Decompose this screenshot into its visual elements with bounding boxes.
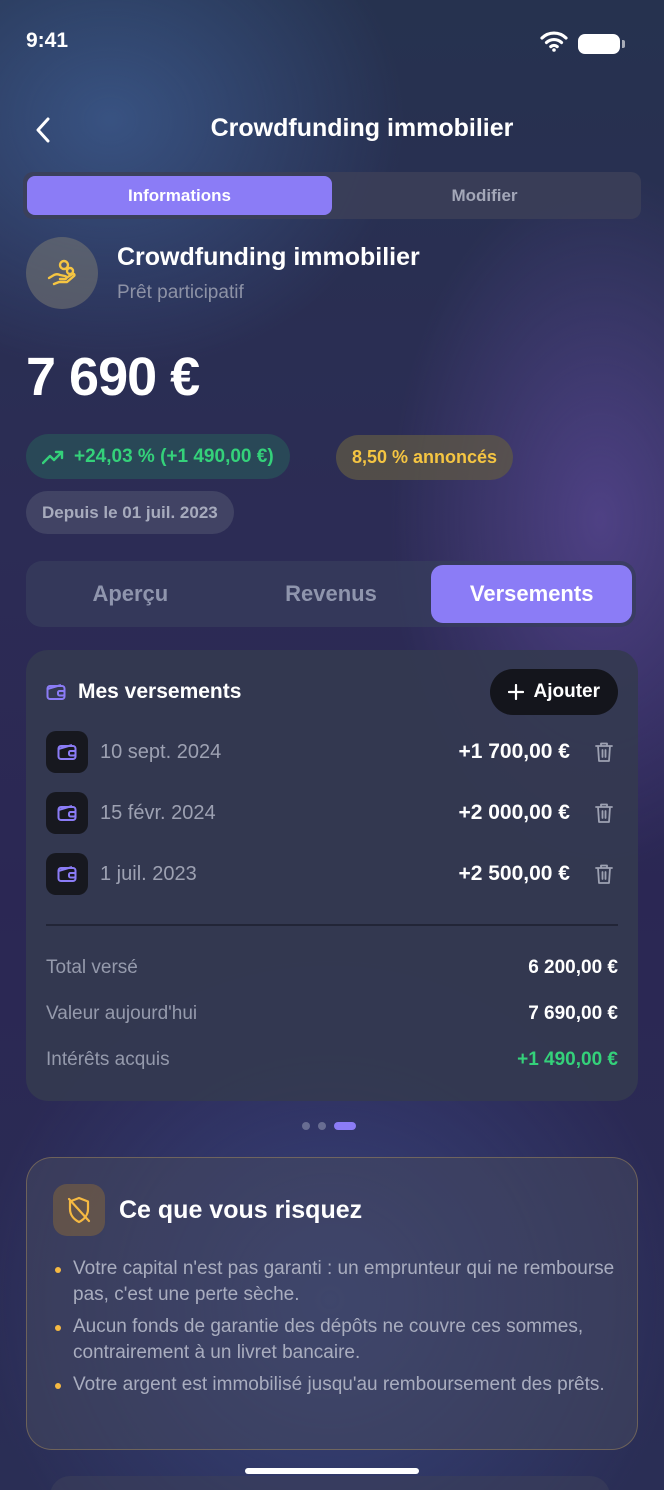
- performance-text: +24,03 % (+1 490,00 €): [74, 445, 274, 467]
- status-time: 9:41: [26, 29, 69, 52]
- since-badge: Depuis le 01 juil. 2023: [26, 491, 234, 534]
- segment-modifier[interactable]: Modifier: [332, 176, 637, 215]
- product-subtitle: Prêt participatif: [117, 282, 244, 303]
- summary-label: Intérêts acquis: [46, 1049, 170, 1070]
- segment-informations[interactable]: Informations: [27, 176, 332, 215]
- divider: [46, 924, 618, 926]
- summary-label: Valeur aujourd'hui: [46, 1003, 198, 1024]
- mode-segmented-control: Informations Modifier: [23, 172, 641, 219]
- payments-title: Mes versements: [78, 680, 242, 703]
- trend-up-icon: [42, 450, 64, 464]
- plus-icon: [507, 684, 524, 700]
- performance-badge: +24,03 % (+1 490,00 €): [26, 434, 290, 479]
- summary-label: Total versé: [46, 957, 138, 978]
- current-value: 7 690 €: [26, 347, 200, 407]
- payments-header: Mes versements: [46, 680, 241, 704]
- page-dot[interactable]: [318, 1122, 326, 1130]
- wallet-icon: [46, 853, 88, 895]
- page-indicator: [302, 1122, 356, 1130]
- risk-item: Votre argent est immobilisé jusqu'au rem…: [51, 1372, 621, 1398]
- trash-icon[interactable]: [592, 740, 616, 764]
- tab-apercu[interactable]: Aperçu: [30, 565, 231, 623]
- product-avatar: [26, 237, 98, 309]
- trash-icon[interactable]: [592, 801, 616, 825]
- risk-card: Ce que vous risquez Votre capital n'est …: [26, 1157, 638, 1450]
- summary-interest: Intérêts acquis +1 490,00 €: [46, 1049, 618, 1071]
- wifi-icon: [540, 30, 568, 57]
- payment-date: 15 févr. 2024: [100, 801, 216, 824]
- next-card-peek: [50, 1476, 610, 1490]
- summary-value: 7 690,00 €: [528, 1003, 618, 1024]
- product-name: Crowdfunding immobilier: [117, 243, 420, 271]
- wallet-icon: [46, 792, 88, 834]
- summary-total: Total versé 6 200,00 €: [46, 957, 618, 979]
- page-title: Crowdfunding immobilier: [210, 114, 514, 142]
- payments-card: Mes versements Ajouter 10 sept. 2024 +1 …: [26, 650, 638, 1101]
- payment-date: 1 juil. 2023: [100, 862, 197, 885]
- summary-value: 6 200,00 €: [528, 957, 618, 978]
- risk-item: Votre capital n'est pas garanti : un emp…: [51, 1256, 621, 1308]
- tab-revenus[interactable]: Revenus: [231, 565, 432, 623]
- rate-badge: 8,50 % annoncés: [336, 435, 514, 480]
- payment-row: 15 févr. 2024 +2 000,00 €: [46, 792, 618, 834]
- payment-date: 10 sept. 2024: [100, 740, 222, 763]
- add-payment-button[interactable]: Ajouter: [489, 669, 618, 715]
- add-payment-label: Ajouter: [533, 681, 601, 702]
- payment-amount: +2 500,00 €: [458, 862, 570, 885]
- status-icons: [540, 30, 625, 57]
- page-dot[interactable]: [302, 1122, 310, 1130]
- payment-row: 1 juil. 2023 +2 500,00 €: [46, 853, 618, 895]
- wallet-icon: [46, 684, 66, 700]
- risk-item: Aucun fonds de garantie des dépôts ne co…: [51, 1314, 621, 1366]
- risk-title: Ce que vous risquez: [119, 1196, 363, 1224]
- shield-off-icon: [53, 1184, 105, 1236]
- summary-current-value: Valeur aujourd'hui 7 690,00 €: [46, 1003, 618, 1025]
- trash-icon[interactable]: [592, 862, 616, 886]
- summary-value: +1 490,00 €: [517, 1049, 618, 1070]
- home-indicator[interactable]: [245, 1468, 419, 1474]
- hand-coins-icon: [47, 259, 76, 286]
- risk-list: Votre capital n'est pas garanti : un emp…: [51, 1256, 621, 1404]
- tab-versements[interactable]: Versements: [431, 565, 633, 623]
- wallet-icon: [46, 731, 88, 773]
- payment-amount: +2 000,00 €: [458, 801, 570, 824]
- payment-row: 10 sept. 2024 +1 700,00 €: [46, 731, 618, 773]
- section-tabs: Aperçu Revenus Versements: [26, 561, 636, 627]
- battery-icon: [578, 33, 625, 54]
- payment-amount: +1 700,00 €: [458, 740, 570, 763]
- page-dot-active[interactable]: [334, 1122, 356, 1130]
